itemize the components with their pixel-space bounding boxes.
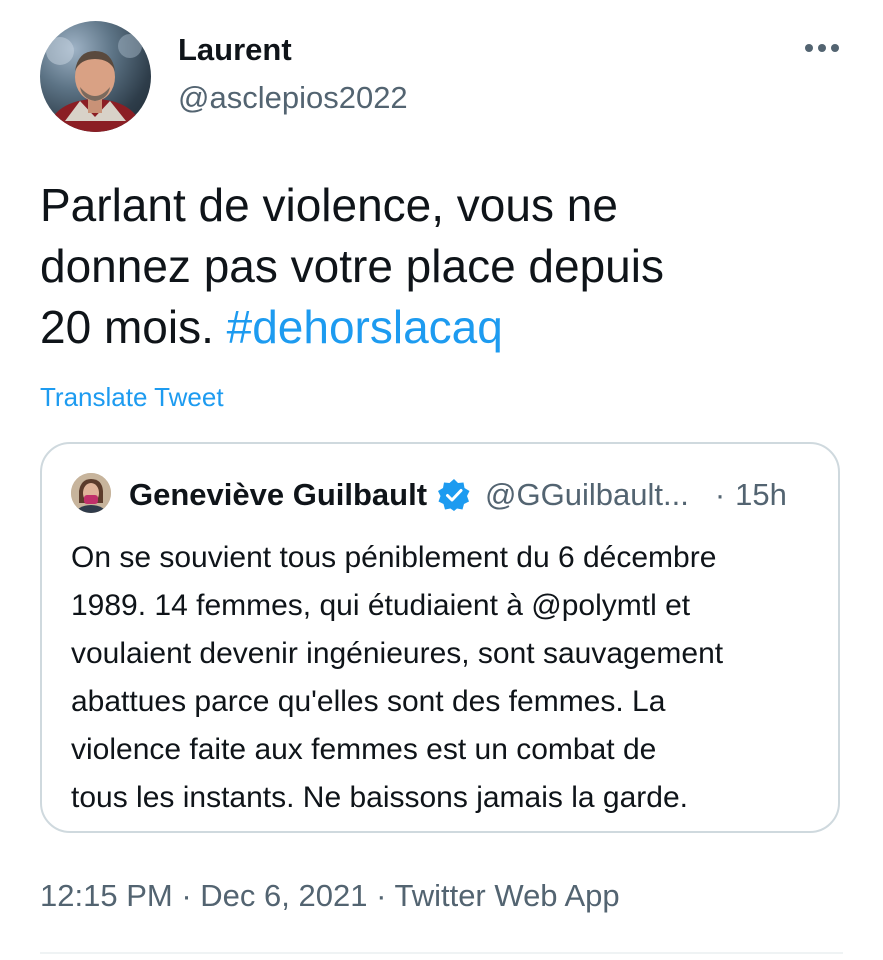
quoted-text-line: voulaient devenir ingénieures, sont sauv… [71,637,724,670]
author-avatar[interactable] [40,21,151,132]
quoted-separator: · [714,477,726,512]
quoted-tweet-header: Geneviève Guilbault @GGuilbault... · 15h [129,475,829,515]
verified-badge-icon [437,478,471,512]
more-options-button[interactable] [800,33,844,63]
more-horizontal-icon [805,44,839,52]
author-name[interactable]: Laurent [178,30,292,70]
meta-separator: · [181,878,192,913]
tweet-text: Parlant de violence, vous ne donnez pas … [40,175,840,358]
tweet-metadata: 12:15 PM · Dec 6, 2021 · Twitter Web App [40,876,620,916]
quoted-tweet-card[interactable]: Geneviève Guilbault @GGuilbault... · 15h… [40,442,840,833]
author-handle[interactable]: @asclepios2022 [178,78,408,118]
tweet-time[interactable]: 12:15 PM [40,878,173,913]
quoted-author-name[interactable]: Geneviève Guilbault [129,475,427,515]
tweet-source[interactable]: Twitter Web App [394,878,619,913]
tweet-text-segment: 20 mois. [40,301,227,353]
divider [40,952,843,954]
avatar-photo [46,34,142,132]
quoted-timestamp[interactable]: 15h [735,475,787,515]
quoted-tweet-text: On se souvient tous péniblement du 6 déc… [71,534,831,822]
meta-separator: · [376,878,387,913]
quoted-text-line: On se souvient tous péniblement du 6 déc… [71,541,717,574]
tweet-text-line: 20 mois. #dehorslacaq [40,297,840,358]
hashtag-link[interactable]: #dehorslacaq [227,301,503,353]
quoted-author-avatar[interactable] [71,473,111,513]
quoted-avatar-photo [71,473,111,513]
tweet-text-line: Parlant de violence, vous ne [40,179,618,231]
translate-tweet-link[interactable]: Translate Tweet [40,379,224,415]
quoted-text-line: 1989. 14 femmes, qui étudiaient à @polym… [71,589,691,622]
quoted-author-handle[interactable]: @GGuilbault... [485,475,689,515]
tweet-text-line: donnez pas votre place depuis [40,240,664,292]
quoted-text-line: violence faite aux femmes est un combat … [71,733,657,766]
quoted-text-line: abattues parce qu'elles sont des femmes.… [71,685,666,718]
quoted-text-line: tous les instants. Ne baissons jamais la… [71,781,688,814]
tweet-date[interactable]: Dec 6, 2021 [200,878,367,913]
